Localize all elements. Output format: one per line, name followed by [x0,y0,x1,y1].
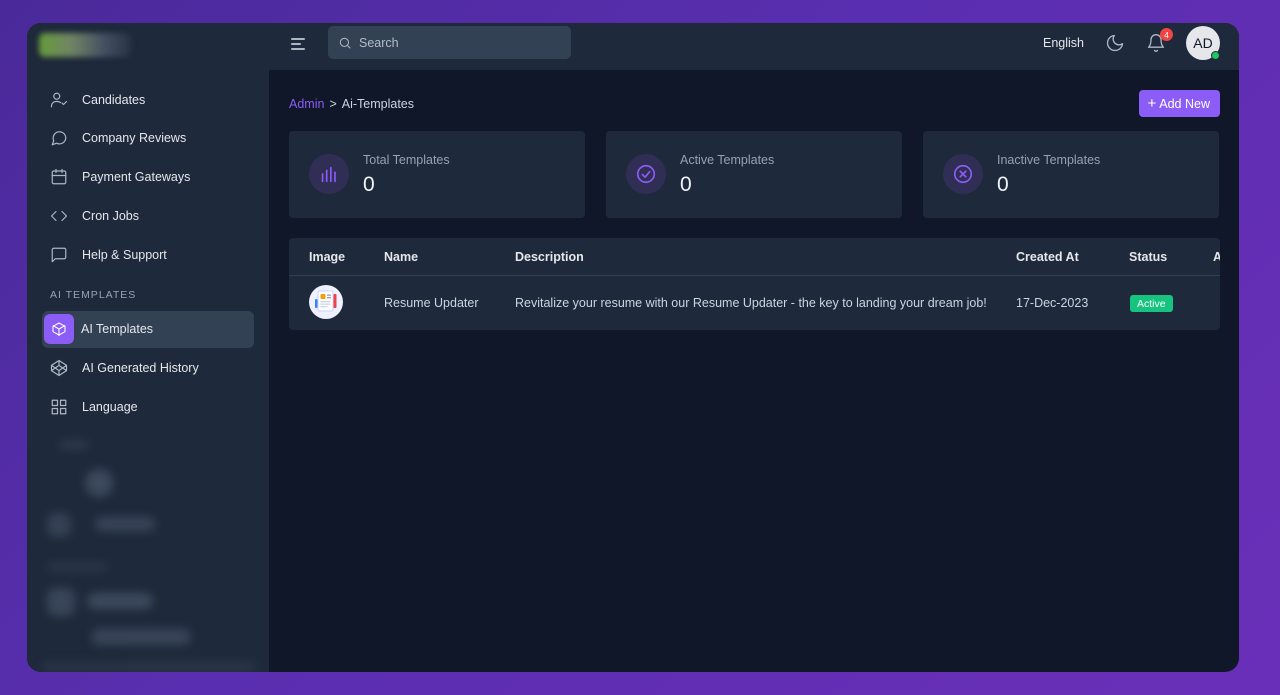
stat-title: Active Templates [680,153,775,167]
sidebar-nav: Candidates Company Reviews Payment Gatew… [42,81,254,427]
message-square-icon [50,246,68,264]
bar-chart-icon [309,154,349,194]
sidebar-item-label: Language [82,400,138,415]
breadcrumb-separator: > [329,97,337,111]
template-created-at: 17-Dec-2023 [1016,296,1089,310]
sidebar-section-label: AI TEMPLATES [50,288,137,301]
message-circle-icon [50,129,68,147]
stat-value: 0 [363,173,375,196]
column-header-status[interactable]: Status [1129,250,1167,264]
search-icon [339,37,351,49]
sidebar-item-label: Cron Jobs [82,208,139,223]
app-logo[interactable] [39,33,131,57]
column-header-image[interactable]: Image [309,250,345,264]
plus-icon: + [1147,95,1157,112]
codepen-icon [50,359,68,377]
topbar: English 4 AD [269,23,1239,70]
moon-icon[interactable] [1105,33,1125,53]
sidebar: Candidates Company Reviews Payment Gatew… [27,23,269,672]
sidebar-item-ai-generated-history[interactable]: AI Generated History [42,350,254,387]
stat-card-active: Active Templates 0 [606,131,902,218]
calendar-icon [50,168,68,186]
template-thumbnail [309,285,343,319]
stat-card-total: Total Templates 0 [289,131,585,218]
breadcrumb-current: Ai-Templates [341,97,414,111]
x-circle-icon [943,154,983,194]
sidebar-item-ai-templates[interactable]: AI Templates [42,310,254,348]
sidebar-blurred-content [41,433,256,672]
template-name: Resume Updater [384,296,479,310]
code-icon [50,207,68,225]
grid-icon [50,398,68,416]
template-description: Revitalize your resume with our Resume U… [515,296,987,310]
breadcrumb: Admin > Ai-Templates [289,97,414,111]
sidebar-item-label: Payment Gateways [82,170,191,185]
sidebar-item-payment-gateways[interactable]: Payment Gateways [42,159,254,196]
box-icon [44,314,74,345]
notification-badge: 4 [1160,28,1173,41]
language-selector[interactable]: English [1043,36,1084,50]
sidebar-item-company-reviews[interactable]: Company Reviews [42,120,254,157]
stat-title: Inactive Templates [997,153,1101,167]
sidebar-item-label: Company Reviews [82,131,187,146]
add-new-button[interactable]: + Add New [1138,90,1220,117]
online-status-dot [1211,51,1220,60]
search-box[interactable] [328,26,571,59]
stat-value: 0 [997,173,1009,196]
sidebar-item-language[interactable]: Language [42,389,254,426]
avatar-initials: AD [1193,35,1213,51]
column-header-created-at[interactable]: Created At [1016,250,1079,264]
stat-value: 0 [680,173,692,196]
sidebar-item-label: Candidates [82,92,146,107]
sidebar-item-label: AI Generated History [82,361,199,376]
add-new-label: Add New [1159,96,1210,111]
table-header: Image Name Description Created At Status… [289,238,1220,276]
app-window: Candidates Company Reviews Payment Gatew… [27,23,1239,672]
sidebar-item-label: Help & Support [82,247,167,262]
templates-table: Image Name Description Created At Status… [289,238,1220,330]
check-circle-icon [626,154,666,194]
column-header-description[interactable]: Description [515,250,584,264]
document-icon [315,290,337,312]
sidebar-item-candidates[interactable]: Candidates [42,81,254,118]
user-check-icon [50,91,68,109]
sidebar-item-label: AI Templates [81,322,154,337]
avatar[interactable]: AD [1186,26,1220,60]
status-badge[interactable]: Active [1130,295,1173,312]
stat-title: Total Templates [363,153,450,167]
search-input[interactable] [359,35,559,50]
stat-card-inactive: Inactive Templates 0 [923,131,1219,218]
column-header-action[interactable]: A [1213,250,1220,264]
breadcrumb-admin-link[interactable]: Admin [289,97,324,111]
sidebar-item-cron-jobs[interactable]: Cron Jobs [42,197,254,234]
menu-toggle-icon[interactable] [291,35,309,53]
column-header-name[interactable]: Name [384,250,418,264]
bell-icon[interactable]: 4 [1146,28,1173,53]
sidebar-item-help-support[interactable]: Help & Support [42,236,254,273]
